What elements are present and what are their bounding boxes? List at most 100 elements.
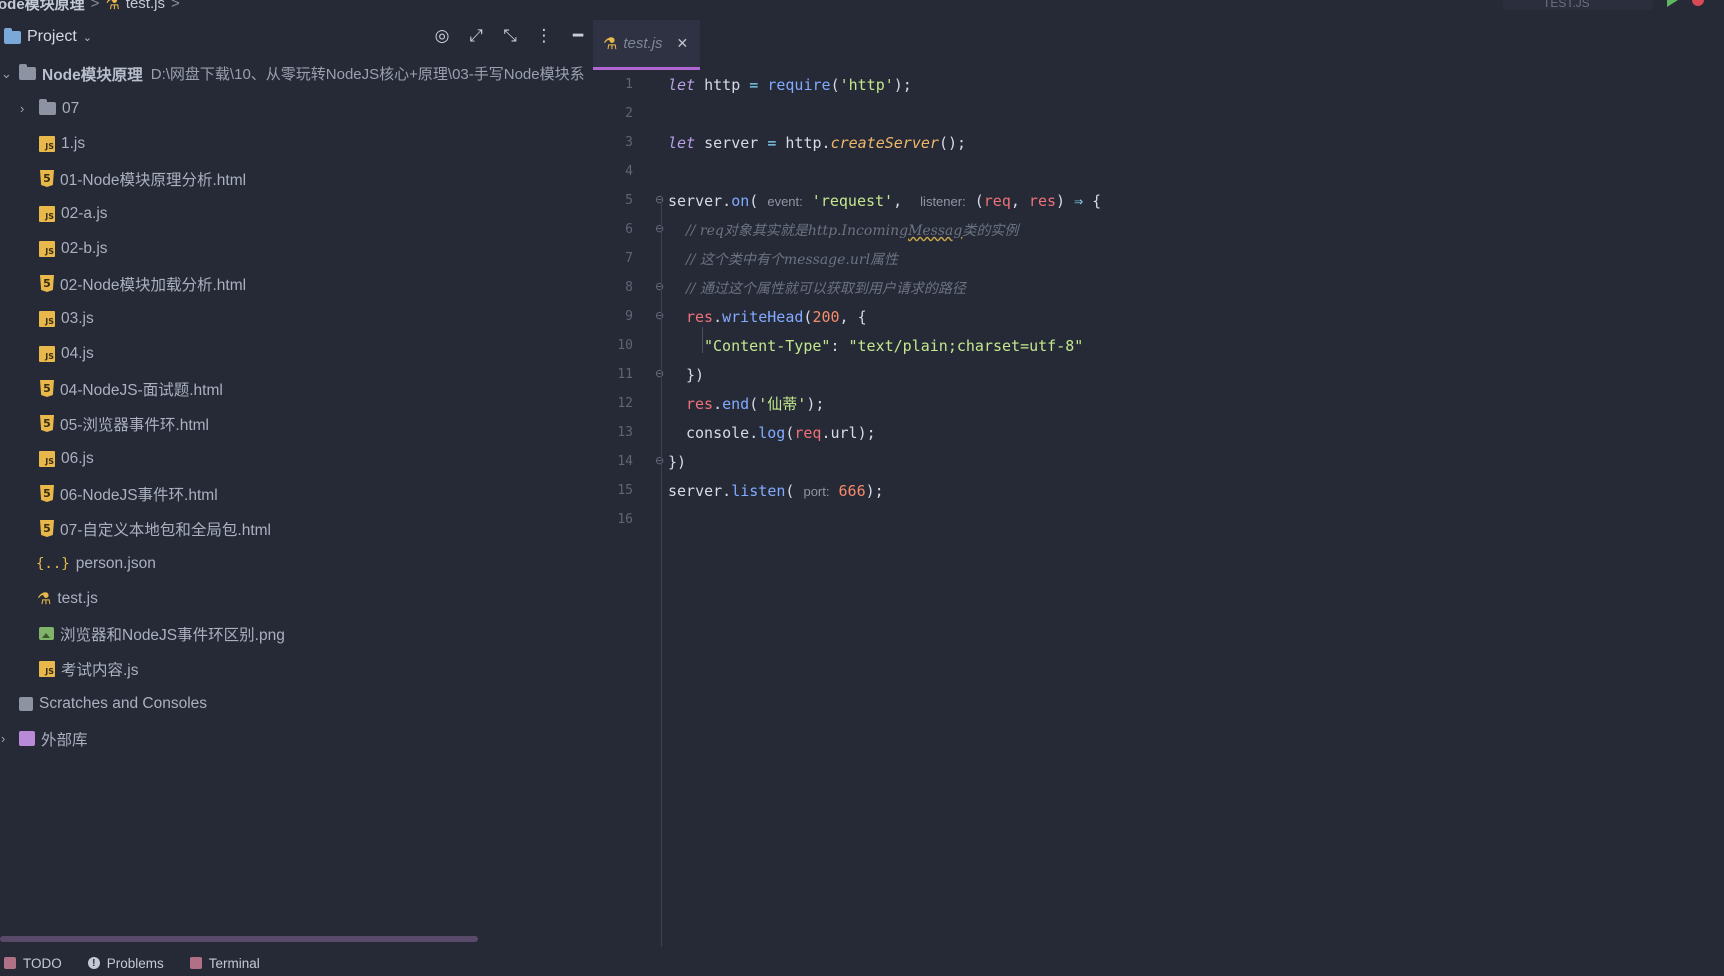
line-number: 15 <box>617 483 633 498</box>
terminal-tab[interactable]: Terminal <box>189 956 260 971</box>
tree-item-label: 03.js <box>61 309 94 327</box>
run-config-selector[interactable]: TEST.JS <box>1503 0 1653 10</box>
test-file-icon: ⚗ <box>603 35 618 53</box>
fold-marker-icon[interactable]: ⊖ <box>655 309 664 322</box>
horizontal-scrollbar[interactable] <box>0 936 478 942</box>
run-config-label: TEST.JS <box>1543 0 1590 10</box>
line-number: 12 <box>617 396 633 411</box>
project-folder-icon <box>4 27 21 44</box>
collapse-all-icon[interactable]: ⤡ <box>501 26 519 46</box>
line-number: 4 <box>625 164 633 179</box>
tree-item[interactable]: 5 04-NodeJS-面试题.html <box>0 371 593 406</box>
tree-item[interactable]: JS 考试内容.js <box>0 651 593 686</box>
project-tree: ⌄ Node模块原理 D:\网盘下载\10、从零玩转NodeJS核心+原理\03… <box>0 56 593 756</box>
html-file-icon: 5 <box>40 170 54 187</box>
html-file-icon: 5 <box>40 415 54 432</box>
chevron-down-icon[interactable]: ⌄ <box>1 66 12 82</box>
tab-label: test.js <box>623 35 663 52</box>
code-line: }) <box>686 366 705 384</box>
line-number: 7 <box>625 251 633 266</box>
tree-item-label: 02-Node模块加载分析.html <box>60 276 247 294</box>
line-number: 3 <box>625 135 633 150</box>
breadcrumb-project[interactable]: ode模块原理 <box>0 0 85 12</box>
ide-window: ode模块原理 > ⚗ test.js > TEST.JS Project ⌄ … <box>0 0 1724 976</box>
todo-tab[interactable]: TODO <box>4 956 62 971</box>
code-comment: // 通过这个属性就可以获取到用户请求的路径 <box>686 281 966 297</box>
tree-item-label: 05-浏览器事件环.html <box>60 416 209 434</box>
chevron-right-icon[interactable]: › <box>20 101 24 116</box>
folder-icon <box>39 99 56 115</box>
line-number: 8 <box>625 280 633 295</box>
tree-item-external-libraries[interactable]: › 外部库 <box>0 721 593 756</box>
tree-item-label: 02-b.js <box>61 239 108 257</box>
tree-item-label: Scratches and Consoles <box>39 694 208 712</box>
parameter-hint: listener: <box>920 194 966 209</box>
hide-panel-icon[interactable]: ━ <box>569 26 587 46</box>
tree-item[interactable]: 5 06-NodeJS事件环.html <box>0 476 593 511</box>
folder-icon <box>19 64 36 80</box>
library-icon <box>19 731 35 746</box>
fold-marker-icon[interactable]: ⊖ <box>655 454 664 467</box>
tree-item-label: 06-NodeJS事件环.html <box>60 486 218 504</box>
js-file-icon: JS <box>39 205 55 222</box>
todo-icon <box>4 957 16 969</box>
tree-item[interactable]: JS 1.js <box>0 126 593 161</box>
code-line: server.on( event: 'request', listener: (… <box>668 192 1102 210</box>
tree-item-label: 07 <box>62 99 80 117</box>
tree-item[interactable]: JS 04.js <box>0 336 593 371</box>
project-panel: Project ⌄ ◎ ⤢ ⤡ ⋮ ━ ⌄ Node模块原理 D:\网盘下载\1… <box>0 18 593 942</box>
code-line: res.writeHead(200, { <box>686 308 867 326</box>
fold-marker-icon[interactable]: ⊖ <box>655 280 664 293</box>
tree-item[interactable]: 浏览器和NodeJS事件环区别.png <box>0 616 593 651</box>
test-file-icon: ⚗ <box>37 590 52 608</box>
tree-item[interactable]: JS 02-b.js <box>0 231 593 266</box>
tree-root[interactable]: ⌄ Node模块原理 D:\网盘下载\10、从零玩转NodeJS核心+原理\03… <box>0 56 593 91</box>
todo-label: TODO <box>23 955 62 971</box>
js-file-icon: JS <box>39 345 55 362</box>
debug-icon[interactable] <box>1692 0 1704 6</box>
chevron-right-icon[interactable]: › <box>1 731 5 746</box>
root-name: Node模块原理 <box>42 66 143 84</box>
line-number: 16 <box>617 512 633 527</box>
breadcrumb-file[interactable]: test.js <box>126 0 165 12</box>
line-number: 6 <box>625 222 633 237</box>
tree-item[interactable]: 5 02-Node模块加载分析.html <box>0 266 593 301</box>
tree-item[interactable]: JS 03.js <box>0 301 593 336</box>
js-file-icon: JS <box>39 450 55 467</box>
run-icon[interactable] <box>1667 0 1678 7</box>
navigation-bar: ode模块原理 > ⚗ test.js > TEST.JS <box>0 0 1724 12</box>
tree-item-scratches[interactable]: Scratches and Consoles <box>0 686 593 721</box>
scratches-icon <box>19 696 33 711</box>
line-number: 10 <box>617 338 633 353</box>
more-options-icon[interactable]: ⋮ <box>535 26 553 46</box>
tree-item[interactable]: 5 07-自定义本地包和全局包.html <box>0 511 593 546</box>
tree-item-label: 浏览器和NodeJS事件环区别.png <box>60 626 285 644</box>
tool-window-bar: TODO ! Problems Terminal <box>0 950 1724 976</box>
line-number: 2 <box>625 106 633 121</box>
js-file-icon: JS <box>39 310 55 327</box>
problems-tab[interactable]: ! Problems <box>87 955 164 971</box>
tree-item[interactable]: 5 05-浏览器事件环.html <box>0 406 593 441</box>
tree-item[interactable]: ⚗ test.js <box>0 581 593 616</box>
tree-item[interactable]: {..} person.json <box>0 546 593 581</box>
tree-item[interactable]: JS 02-a.js <box>0 196 593 231</box>
tab-test-js[interactable]: ⚗ test.js ✕ <box>593 20 700 70</box>
tree-item[interactable]: JS 06.js <box>0 441 593 476</box>
locate-icon[interactable]: ◎ <box>433 26 451 46</box>
problems-label: Problems <box>106 955 164 971</box>
expand-all-icon[interactable]: ⤢ <box>467 26 485 46</box>
tree-item[interactable]: 5 01-Node模块原理分析.html <box>0 161 593 196</box>
project-view-selector[interactable]: Project ⌄ <box>4 27 93 46</box>
fold-marker-icon[interactable]: ⊖ <box>655 222 664 235</box>
code-comment: // req对象其实就是http.IncomingMessag类的实例 <box>686 223 1019 239</box>
fold-marker-icon[interactable]: ⊖ <box>655 193 664 206</box>
chevron-down-icon: ⌄ <box>82 31 93 44</box>
tree-item-label: 02-a.js <box>61 204 108 222</box>
html-file-icon: 5 <box>40 520 54 537</box>
close-icon[interactable]: ✕ <box>677 35 689 52</box>
breadcrumb-separator: > <box>90 0 100 12</box>
fold-marker-icon[interactable]: ⊖ <box>655 367 664 380</box>
code-line: server.listen( port: 666); <box>668 482 884 500</box>
tree-item-folder[interactable]: › 07 <box>0 91 593 126</box>
line-number: 9 <box>625 309 633 324</box>
